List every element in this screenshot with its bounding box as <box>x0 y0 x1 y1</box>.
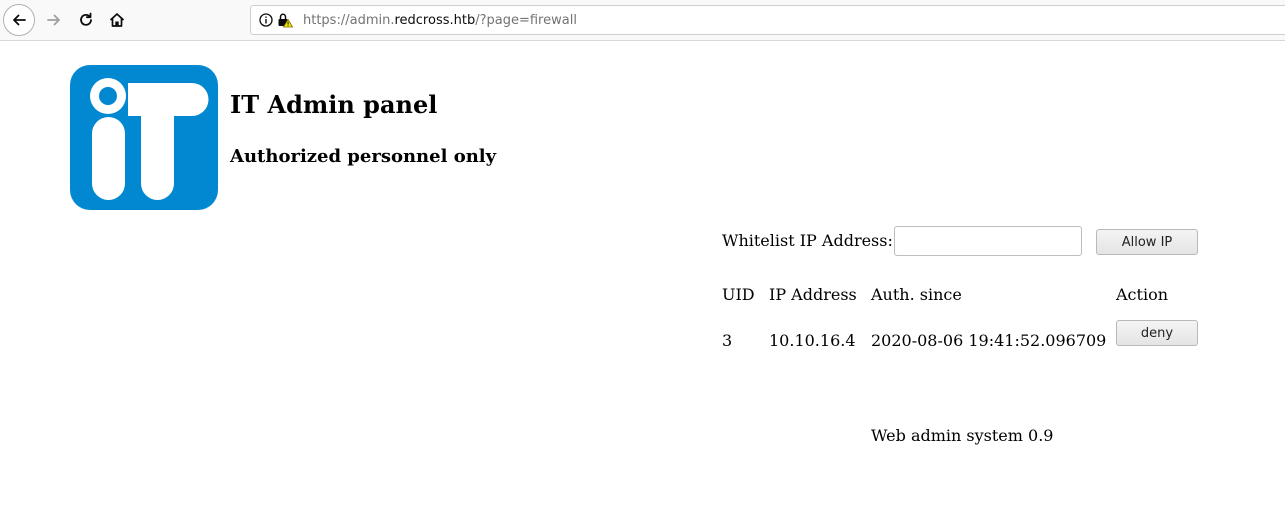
arrow-right-icon <box>47 14 60 26</box>
cell-ip: 10.10.16.4 <box>769 331 856 350</box>
info-icon[interactable] <box>259 13 273 27</box>
forward-button[interactable] <box>38 4 70 36</box>
url-icons <box>259 12 303 28</box>
cell-uid: 3 <box>722 331 733 350</box>
home-icon <box>109 13 125 27</box>
page-title: IT Admin panel <box>230 90 438 119</box>
col-header-auth-since: Auth. since <box>871 285 962 304</box>
deny-button[interactable]: deny <box>1116 320 1198 346</box>
page-subtitle: Authorized personnel only <box>230 146 497 167</box>
url-text[interactable]: https://admin.redcross.htb/?page=firewal… <box>303 13 577 28</box>
insecure-lock-icon[interactable] <box>277 12 293 28</box>
reload-button[interactable] <box>70 4 102 36</box>
home-button[interactable] <box>101 4 133 36</box>
back-button[interactable] <box>3 4 35 36</box>
col-header-action: Action <box>1116 285 1168 304</box>
arrow-left-icon <box>13 14 26 26</box>
it-logo <box>70 65 218 210</box>
whitelist-ip-input[interactable] <box>894 226 1082 256</box>
url-host: redcross.htb <box>394 12 476 28</box>
url-prefix: https://admin. <box>303 12 395 28</box>
reload-icon <box>80 12 92 26</box>
col-header-uid: UID <box>722 285 755 304</box>
whitelist-label: Whitelist IP Address: <box>722 231 893 250</box>
browser-toolbar: https://admin.redcross.htb/?page=firewal… <box>0 0 1285 41</box>
url-suffix: /?page=firewall <box>475 12 577 28</box>
allow-ip-button[interactable]: Allow IP <box>1096 229 1198 255</box>
address-bar[interactable]: https://admin.redcross.htb/?page=firewal… <box>250 5 1285 35</box>
col-header-ip: IP Address <box>769 285 857 304</box>
footer-version: Web admin system 0.9 <box>871 426 1054 445</box>
cell-auth-since: 2020-08-06 19:41:52.096709 <box>871 331 1107 350</box>
